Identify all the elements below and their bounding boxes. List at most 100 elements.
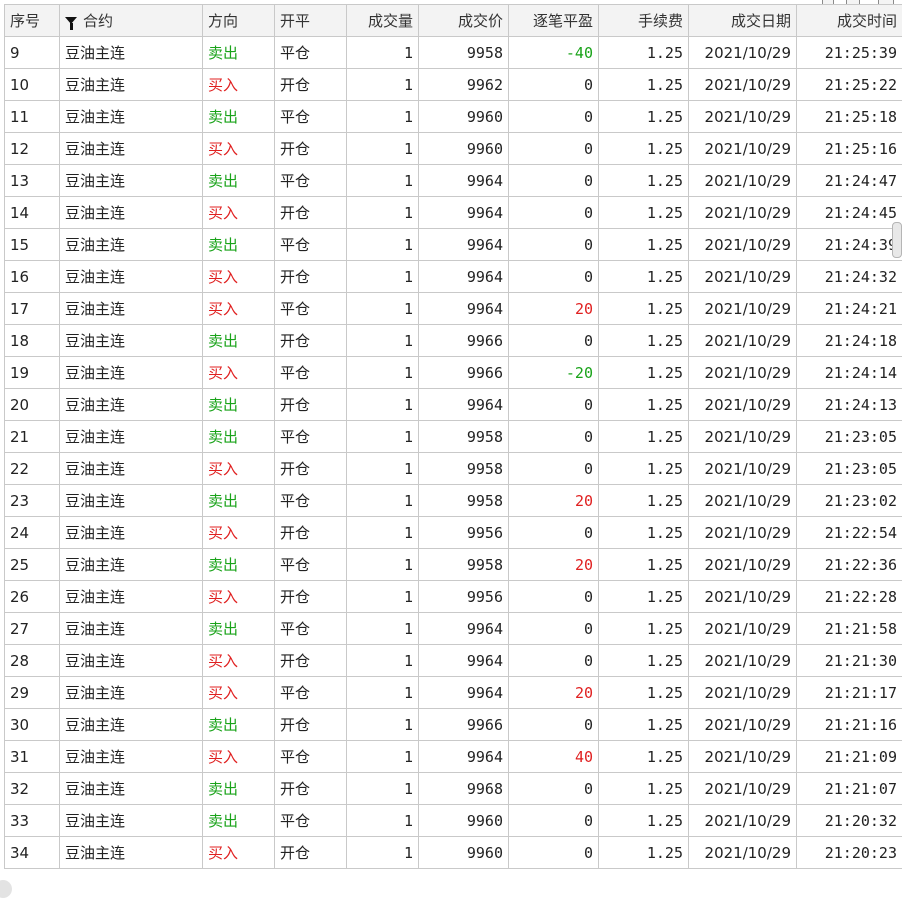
column-header-time[interactable]: 成交时间 [797,5,902,37]
cell-time: 21:24:18 [797,325,902,357]
cell-pnl: 0 [509,421,599,453]
cell-direction: 买入 [203,677,275,709]
cell-seq: 21 [5,421,60,453]
cell-contract: 豆油主连 [60,165,203,197]
table-row[interactable]: 15豆油主连卖出平仓1996401.252021/10/2921:24:39 [5,229,902,261]
cell-time: 21:24:47 [797,165,902,197]
vertical-scrollbar-thumb[interactable] [892,222,902,258]
cell-open-close: 平仓 [275,677,347,709]
table-row[interactable]: 17豆油主连买入平仓19964201.252021/10/2921:24:21 [5,293,902,325]
table-row[interactable]: 10豆油主连买入开仓1996201.252021/10/2921:25:22 [5,69,902,101]
cell-qty: 1 [347,357,419,389]
cell-seq: 33 [5,805,60,837]
cell-open-close: 开仓 [275,581,347,613]
cell-contract: 豆油主连 [60,229,203,261]
table-row[interactable]: 9豆油主连卖出平仓19958-401.252021/10/2921:25:39 [5,37,902,69]
table-row[interactable]: 16豆油主连买入开仓1996401.252021/10/2921:24:32 [5,261,902,293]
cell-fee: 1.25 [599,581,689,613]
cell-qty: 1 [347,293,419,325]
cell-date: 2021/10/29 [689,261,797,293]
cell-price: 9960 [419,133,509,165]
cell-direction: 买入 [203,645,275,677]
cell-direction: 卖出 [203,101,275,133]
table-row[interactable]: 21豆油主连卖出平仓1995801.252021/10/2921:23:05 [5,421,902,453]
cell-time: 21:22:28 [797,581,902,613]
cell-seq: 24 [5,517,60,549]
table-row[interactable]: 14豆油主连买入开仓1996401.252021/10/2921:24:45 [5,197,902,229]
cell-contract: 豆油主连 [60,837,203,869]
cell-seq: 28 [5,645,60,677]
cell-open-close: 平仓 [275,165,347,197]
cell-seq: 29 [5,677,60,709]
cell-pnl: 0 [509,453,599,485]
table-row[interactable]: 30豆油主连卖出开仓1996601.252021/10/2921:21:16 [5,709,902,741]
cell-price: 9960 [419,101,509,133]
column-header-direction[interactable]: 方向 [203,5,275,37]
column-header-qty[interactable]: 成交量 [347,5,419,37]
table-row[interactable]: 34豆油主连买入开仓1996001.252021/10/2921:20:23 [5,837,902,869]
table-row[interactable]: 29豆油主连买入平仓19964201.252021/10/2921:21:17 [5,677,902,709]
cell-open-close: 平仓 [275,293,347,325]
column-header-price[interactable]: 成交价 [419,5,509,37]
cell-price: 9964 [419,229,509,261]
column-header-label: 方向 [208,12,238,30]
cell-qty: 1 [347,517,419,549]
cell-time: 21:25:39 [797,37,902,69]
cell-open-close: 平仓 [275,101,347,133]
cell-pnl: 0 [509,645,599,677]
table-row[interactable]: 23豆油主连卖出平仓19958201.252021/10/2921:23:02 [5,485,902,517]
table-row[interactable]: 25豆油主连卖出平仓19958201.252021/10/2921:22:36 [5,549,902,581]
cell-time: 21:21:58 [797,613,902,645]
table-row[interactable]: 19豆油主连买入平仓19966-201.252021/10/2921:24:14 [5,357,902,389]
cell-qty: 1 [347,581,419,613]
cell-seq: 30 [5,709,60,741]
table-row[interactable]: 18豆油主连卖出开仓1996601.252021/10/2921:24:18 [5,325,902,357]
cell-contract: 豆油主连 [60,645,203,677]
cell-seq: 32 [5,773,60,805]
cell-direction: 买入 [203,741,275,773]
cell-qty: 1 [347,421,419,453]
cell-date: 2021/10/29 [689,69,797,101]
table-row[interactable]: 12豆油主连买入开仓1996001.252021/10/2921:25:16 [5,133,902,165]
cell-time: 21:21:16 [797,709,902,741]
cell-date: 2021/10/29 [689,517,797,549]
cell-direction: 卖出 [203,613,275,645]
table-row[interactable]: 13豆油主连卖出平仓1996401.252021/10/2921:24:47 [5,165,902,197]
cell-fee: 1.25 [599,197,689,229]
cell-seq: 23 [5,485,60,517]
column-header-seq[interactable]: 序号 [5,5,60,37]
cell-contract: 豆油主连 [60,549,203,581]
cell-seq: 13 [5,165,60,197]
table-row[interactable]: 32豆油主连卖出开仓1996801.252021/10/2921:21:07 [5,773,902,805]
cell-fee: 1.25 [599,741,689,773]
table-row[interactable]: 27豆油主连卖出平仓1996401.252021/10/2921:21:58 [5,613,902,645]
scroll-corner-handle[interactable] [0,880,12,898]
cell-date: 2021/10/29 [689,709,797,741]
cell-date: 2021/10/29 [689,165,797,197]
cell-fee: 1.25 [599,677,689,709]
table-row[interactable]: 26豆油主连买入开仓1995601.252021/10/2921:22:28 [5,581,902,613]
cell-pnl: 20 [509,293,599,325]
cell-seq: 34 [5,837,60,869]
cell-contract: 豆油主连 [60,421,203,453]
column-header-fee[interactable]: 手续费 [599,5,689,37]
table-row[interactable]: 31豆油主连买入平仓19964401.252021/10/2921:21:09 [5,741,902,773]
cell-pnl: 0 [509,517,599,549]
table-row[interactable]: 11豆油主连卖出平仓1996001.252021/10/2921:25:18 [5,101,902,133]
table-row[interactable]: 22豆油主连买入开仓1995801.252021/10/2921:23:05 [5,453,902,485]
table-row[interactable]: 33豆油主连卖出平仓1996001.252021/10/2921:20:32 [5,805,902,837]
cell-qty: 1 [347,837,419,869]
column-header-date[interactable]: 成交日期 [689,5,797,37]
table-row[interactable]: 24豆油主连买入开仓1995601.252021/10/2921:22:54 [5,517,902,549]
cell-date: 2021/10/29 [689,197,797,229]
table-row[interactable]: 20豆油主连卖出开仓1996401.252021/10/2921:24:13 [5,389,902,421]
column-header-pnl[interactable]: 逐笔平盈 [509,5,599,37]
table-row[interactable]: 28豆油主连买入开仓1996401.252021/10/2921:21:30 [5,645,902,677]
cell-time: 21:25:18 [797,101,902,133]
cell-time: 21:22:36 [797,549,902,581]
column-header-open-close[interactable]: 开平 [275,5,347,37]
cell-open-close: 开仓 [275,325,347,357]
cell-fee: 1.25 [599,357,689,389]
column-header-contract[interactable]: 合约 [60,5,203,37]
filter-icon[interactable] [65,17,77,24]
